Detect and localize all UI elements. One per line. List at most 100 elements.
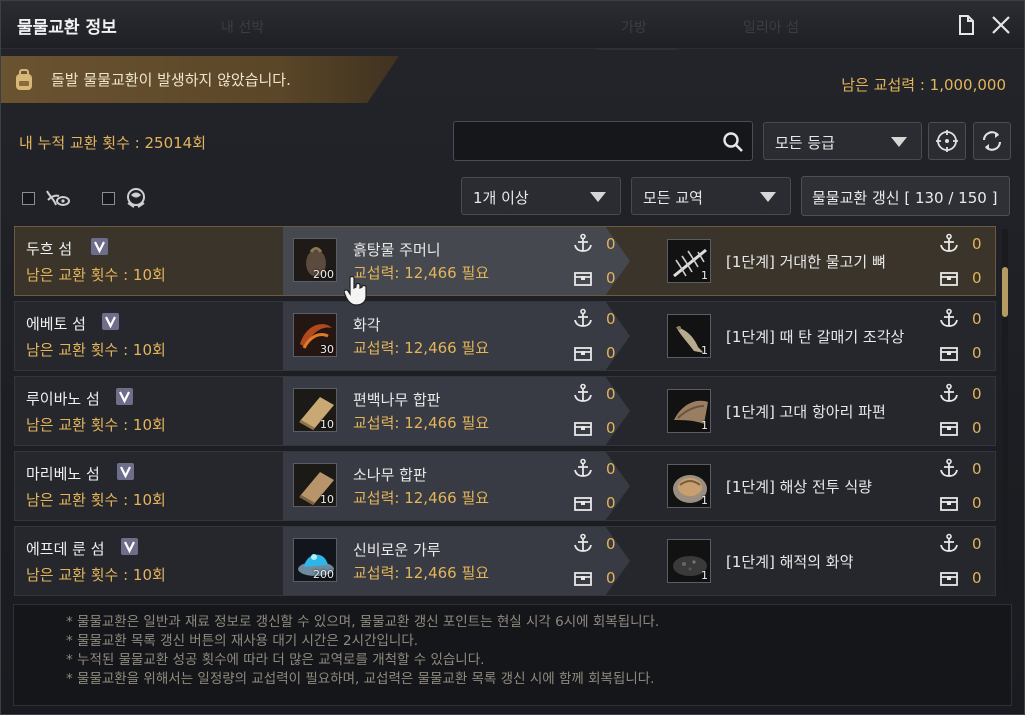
barter-list: 두흐 섬 남은 교환 횟수 : 10회 200 흙탕물 주머니 교섭력: 12,… — [14, 223, 996, 596]
item-name: 화각 — [353, 316, 381, 334]
item-name: 흙탕물 주머니 — [353, 241, 441, 259]
barter-refresh-label: 물물교환 갱신 [ 130 / 150 ] — [812, 189, 998, 207]
amount-dropdown[interactable]: 1개 이상 — [461, 177, 621, 215]
island-name: 에베토 섬 — [26, 315, 86, 333]
reward-quantity: 1 — [701, 569, 708, 582]
chest-icon — [939, 568, 959, 588]
trade-panel: 10 편백나무 합판 교섭력: 12,466 필요 0 0 — [283, 377, 630, 445]
refresh-icon — [982, 131, 1002, 151]
reload-button[interactable] — [973, 122, 1011, 160]
barter-row[interactable]: 에프데 룬 섬 남은 교환 횟수 : 10회 200 신비로운 가루 교섭력: … — [14, 526, 996, 596]
ghost-tab-bag: 가방 — [621, 20, 647, 36]
barter-info-window: 물물교환 정보 내 선박 가방 일리아 섬 돌발 물물교환이 발생하지 않았습니… — [0, 0, 1025, 715]
note-line: * 물물교환 목록 갱신 버튼의 재사용 대기 시간은 2시간입니다. — [66, 633, 419, 649]
anchor-icon — [939, 308, 959, 328]
scrollbar-thumb[interactable] — [1002, 267, 1008, 317]
scrollbar[interactable] — [1002, 229, 1008, 593]
close-icon[interactable] — [989, 13, 1013, 37]
reward-chest-count: 0 — [972, 269, 982, 287]
cumulative-exchanges: 내 누적 교환 횟수 : 25014회 — [19, 134, 207, 152]
chevron-down-icon — [891, 137, 907, 147]
anchor-count: 0 — [606, 535, 616, 553]
search-box[interactable] — [453, 121, 753, 161]
reward-anchor-count: 0 — [972, 385, 982, 403]
chest-icon — [573, 493, 593, 513]
item-quantity: 10 — [320, 493, 334, 506]
reward-quantity: 1 — [701, 419, 708, 432]
search-icon[interactable] — [722, 131, 744, 153]
chest-count: 0 — [606, 494, 616, 512]
amount-dropdown-label: 1개 이상 — [473, 189, 529, 207]
item-slot[interactable]: 30 — [293, 313, 337, 357]
tab-underline — [597, 48, 677, 50]
barter-refresh-button[interactable]: 물물교환 갱신 [ 130 / 150 ] — [801, 176, 1010, 216]
reward-slot[interactable]: 1 — [667, 314, 711, 358]
reward-slot[interactable]: 1 — [667, 239, 711, 283]
trade-panel: 200 흙탕물 주머니 교섭력: 12,466 필요 0 0 — [283, 227, 630, 295]
reward-slot[interactable]: 1 — [667, 464, 711, 508]
item-slot[interactable]: 200 — [293, 238, 337, 282]
notes-panel: * 물물교환은 일반과 재료 정보로 갱신할 수 있으며, 물물교환 갱신 포인… — [13, 604, 1012, 706]
anchor-icon — [573, 233, 593, 253]
grade-dropdown[interactable]: 모든 등급 — [763, 122, 922, 160]
item-cost: 교섭력: 12,466 필요 — [353, 414, 490, 432]
search-input[interactable] — [462, 130, 712, 152]
fish-eye-icon — [46, 190, 70, 206]
island-name: 루이바노 섬 — [26, 390, 100, 408]
barter-row[interactable]: 마리베노 섬 남은 교환 횟수 : 10회 10 소나무 합판 교섭력: 12,… — [14, 451, 996, 521]
v-badge-icon[interactable] — [102, 313, 119, 330]
v-badge-icon[interactable] — [121, 538, 138, 555]
creature-icon — [127, 188, 145, 208]
anchor-icon — [939, 458, 959, 478]
chest-icon — [939, 268, 959, 288]
chest-count: 0 — [606, 344, 616, 362]
chest-icon — [573, 418, 593, 438]
document-icon[interactable] — [956, 15, 976, 35]
alert-text: 돌발 물물교환이 발생하지 않았습니다. — [51, 71, 291, 89]
filter-checkbox-1[interactable] — [22, 192, 35, 205]
v-badge-icon[interactable] — [91, 238, 108, 255]
reward-anchor-count: 0 — [972, 460, 982, 478]
reward-slot[interactable]: 1 — [667, 539, 711, 583]
window-title: 물물교환 정보 — [17, 18, 117, 38]
anchor-count: 0 — [606, 310, 616, 328]
anchor-count: 0 — [606, 235, 616, 253]
item-slot[interactable]: 10 — [293, 463, 337, 507]
remaining-count: 남은 교환 횟수 : 10회 — [26, 416, 166, 434]
crosshair-icon — [936, 130, 958, 152]
grade-dropdown-label: 모든 등급 — [775, 134, 835, 152]
chest-count: 0 — [606, 269, 616, 287]
item-name: 편백나무 합판 — [353, 391, 441, 409]
reward-slot[interactable]: 1 — [667, 389, 711, 433]
route-dropdown-label: 모든 교역 — [643, 189, 703, 207]
v-badge-icon[interactable] — [117, 463, 134, 480]
chest-icon — [939, 418, 959, 438]
reward-anchor-count: 0 — [972, 235, 982, 253]
route-dropdown[interactable]: 모든 교역 — [631, 177, 791, 215]
locate-button[interactable] — [928, 122, 966, 160]
chest-icon — [573, 343, 593, 363]
remaining-count: 남은 교환 횟수 : 10회 — [26, 491, 166, 509]
island-name: 마리베노 섬 — [26, 465, 100, 483]
item-slot[interactable]: 10 — [293, 388, 337, 432]
barter-row[interactable]: 두흐 섬 남은 교환 횟수 : 10회 200 흙탕물 주머니 교섭력: 12,… — [14, 226, 996, 296]
anchor-icon — [573, 533, 593, 553]
remaining-power: 남은 교섭력 : 1,000,000 — [841, 76, 1006, 94]
hand-cursor-icon — [344, 276, 367, 306]
note-line: * 누적된 물물교환 성공 횟수에 따라 더 많은 교역로를 개척할 수 있습니… — [66, 652, 485, 668]
reward-chest-count: 0 — [972, 344, 982, 362]
item-cost: 교섭력: 12,466 필요 — [353, 489, 490, 507]
item-slot[interactable]: 200 — [293, 538, 337, 582]
anchor-icon — [573, 308, 593, 328]
remaining-count: 남은 교환 횟수 : 10회 — [26, 266, 166, 284]
barter-row[interactable]: 에베토 섬 남은 교환 횟수 : 10회 30 화각 교섭력: 12,466 필… — [14, 301, 996, 371]
reward-name: [1단계] 고대 항아리 파편 — [726, 403, 886, 421]
chest-icon — [939, 343, 959, 363]
barter-row[interactable]: 루이바노 섬 남은 교환 횟수 : 10회 10 편백나무 합판 교섭력: 12… — [14, 376, 996, 446]
ghost-tab-island: 일리아 섬 — [743, 20, 799, 36]
remaining-count: 남은 교환 횟수 : 10회 — [26, 341, 166, 359]
reward-name: [1단계] 때 탄 갈매기 조각상 — [726, 328, 905, 346]
filter-checkbox-2[interactable] — [102, 192, 115, 205]
trade-panel: 30 화각 교섭력: 12,466 필요 0 0 — [283, 302, 630, 370]
v-badge-icon[interactable] — [116, 388, 133, 405]
